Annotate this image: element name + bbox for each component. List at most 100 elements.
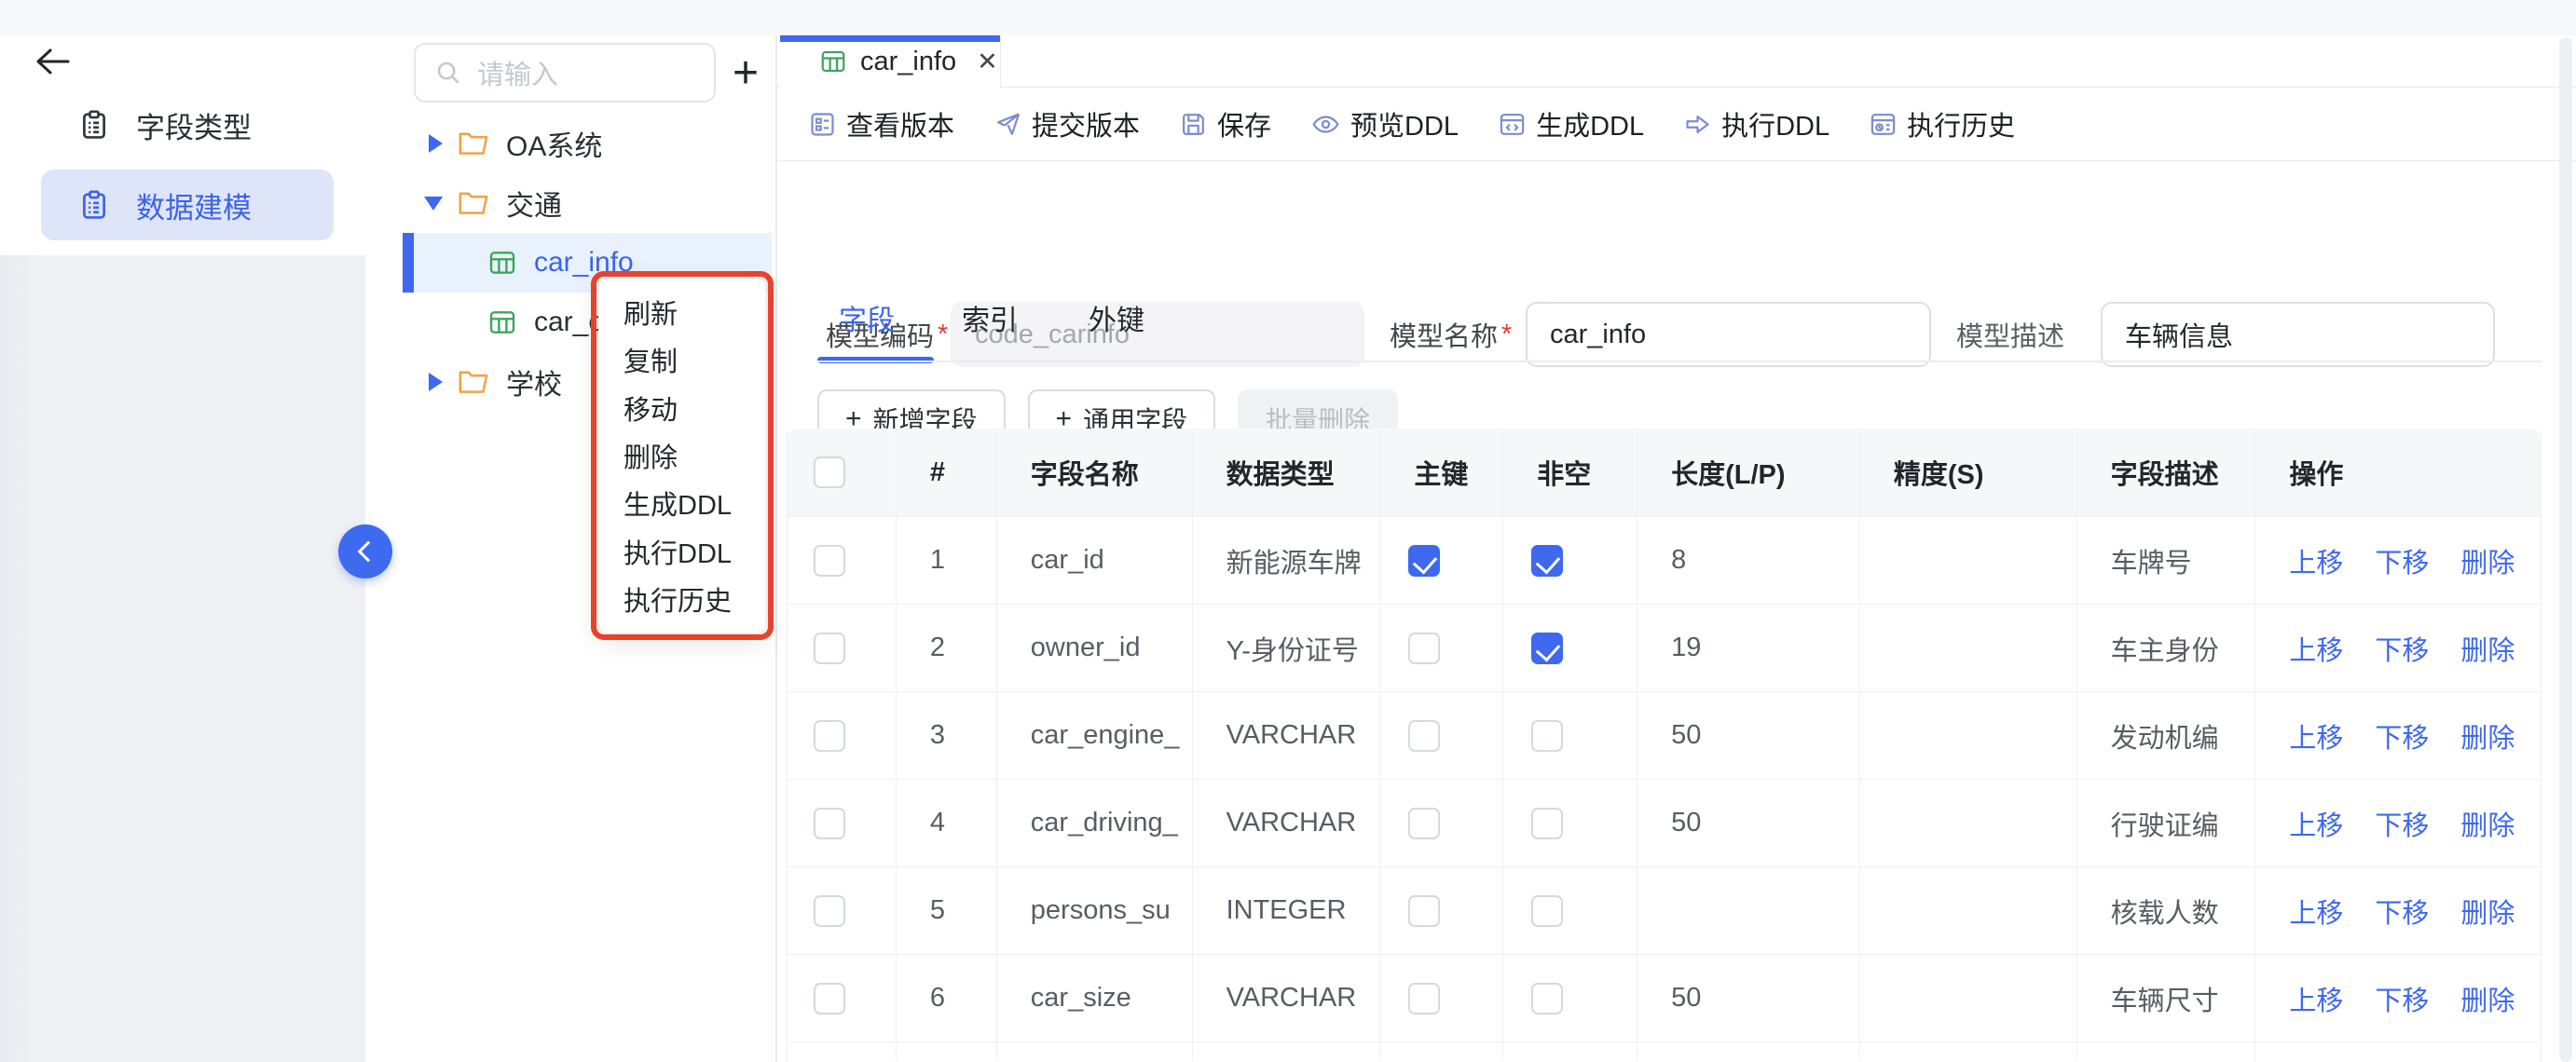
menu-item-move[interactable]: 移动 bbox=[599, 384, 765, 431]
tree-node-label: OA系统 bbox=[506, 123, 602, 164]
cell-precision bbox=[1860, 605, 2077, 691]
cell-precision bbox=[1860, 692, 2077, 779]
not-null-checkbox[interactable] bbox=[1531, 983, 1563, 1014]
move-down-link[interactable]: 下移 bbox=[2375, 892, 2429, 931]
col-header-num: # bbox=[897, 429, 997, 516]
exec-history-button[interactable]: 执行历史 bbox=[1869, 104, 2015, 143]
move-down-link[interactable]: 下移 bbox=[2375, 716, 2429, 756]
cell-length: 8 bbox=[1637, 517, 1860, 604]
execute-ddl-button[interactable]: 执行DDL bbox=[1683, 104, 1829, 143]
primary-key-checkbox[interactable] bbox=[1408, 633, 1440, 664]
folder-icon bbox=[458, 129, 489, 157]
caret-down-icon[interactable] bbox=[424, 197, 443, 211]
tree-node-label: 交通 bbox=[506, 183, 562, 224]
sidebar-item-data-modeling[interactable]: 数据建模 bbox=[41, 170, 334, 240]
cell-desc: 车主身份 bbox=[2077, 605, 2256, 691]
row-checkbox[interactable] bbox=[814, 545, 845, 577]
menu-item-copy[interactable]: 复制 bbox=[599, 335, 765, 383]
menu-item-execute-ddl[interactable]: 执行DDL bbox=[599, 527, 765, 575]
tab-foreign-keys[interactable]: 外键 bbox=[1089, 297, 1144, 338]
delete-link[interactable]: 删除 bbox=[2460, 716, 2514, 756]
cell-type: VARCHAR bbox=[1193, 955, 1381, 1042]
preview-ddl-button[interactable]: 预览DDL bbox=[1310, 104, 1459, 143]
cell-num: 2 bbox=[897, 605, 997, 691]
move-down-link[interactable]: 下移 bbox=[2375, 629, 2429, 668]
clipboard-icon bbox=[78, 109, 110, 141]
menu-item-exec-history[interactable]: 执行历史 bbox=[599, 576, 765, 623]
save-button[interactable]: 保存 bbox=[1179, 104, 1271, 143]
move-up-link[interactable]: 上移 bbox=[2289, 804, 2343, 843]
folder-icon bbox=[458, 368, 489, 396]
not-null-checkbox[interactable] bbox=[1531, 545, 1563, 577]
tab-indexes[interactable]: 索引 bbox=[962, 297, 1018, 338]
scrollbar[interactable] bbox=[2559, 37, 2572, 1062]
tree-node-traffic[interactable]: 交通 bbox=[365, 173, 776, 233]
row-checkbox[interactable] bbox=[814, 895, 845, 927]
tabs-divider bbox=[817, 361, 2542, 362]
delete-link[interactable]: 删除 bbox=[2460, 541, 2514, 580]
add-model-button[interactable]: + bbox=[723, 47, 768, 99]
row-checkbox[interactable] bbox=[814, 983, 845, 1014]
cell-precision bbox=[1860, 517, 2077, 604]
selection-bar bbox=[403, 233, 414, 293]
move-up-link[interactable]: 上移 bbox=[2289, 979, 2343, 1018]
sidebar-item-field-types[interactable]: 字段类型 bbox=[41, 89, 334, 160]
table-row: 5 persons_su INTEGER 核载人数 上移 下移 删除 bbox=[788, 867, 2541, 955]
table-row: 3 car_engine_ VARCHAR 50 发动机编 上移 下移 删除 bbox=[788, 692, 2541, 780]
cell-name: car_size bbox=[997, 955, 1193, 1042]
cell-type: VARCHAR bbox=[1193, 692, 1381, 779]
generate-ddl-button[interactable]: 生成DDL bbox=[1498, 104, 1644, 143]
move-down-link[interactable]: 下移 bbox=[2375, 541, 2429, 580]
clipboard-icon bbox=[78, 189, 110, 221]
tree-node-oa-system[interactable]: OA系统 bbox=[365, 114, 776, 173]
cell-type: 新能源车牌 bbox=[1193, 517, 1381, 604]
move-up-link[interactable]: 上移 bbox=[2289, 716, 2343, 756]
row-checkbox[interactable] bbox=[814, 720, 845, 752]
table-icon bbox=[487, 307, 517, 337]
move-up-link[interactable]: 上移 bbox=[2289, 629, 2343, 668]
tab-car-info[interactable]: car_info ✕ bbox=[780, 35, 1001, 88]
not-null-checkbox[interactable] bbox=[1531, 633, 1563, 664]
primary-key-checkbox[interactable] bbox=[1408, 983, 1440, 1014]
version-card-icon bbox=[808, 110, 837, 139]
table-row bbox=[788, 1042, 2541, 1061]
delete-link[interactable]: 删除 bbox=[2460, 979, 2514, 1018]
close-icon[interactable]: ✕ bbox=[977, 48, 998, 76]
delete-link[interactable]: 删除 bbox=[2460, 892, 2514, 931]
cell-desc: 车牌号 bbox=[2077, 517, 2256, 604]
primary-key-checkbox[interactable] bbox=[1408, 545, 1440, 577]
caret-right-icon[interactable] bbox=[429, 134, 443, 153]
tab-fields[interactable]: 字段 bbox=[839, 297, 895, 338]
menu-item-refresh[interactable]: 刷新 bbox=[599, 288, 765, 335]
primary-key-checkbox[interactable] bbox=[1408, 720, 1440, 752]
tab-title: car_info bbox=[860, 47, 956, 77]
col-header-type: 数据类型 bbox=[1193, 429, 1381, 516]
primary-key-checkbox[interactable] bbox=[1408, 808, 1440, 839]
tree-node-label: 学校 bbox=[506, 361, 562, 402]
not-null-checkbox[interactable] bbox=[1531, 808, 1563, 839]
move-up-link[interactable]: 上移 bbox=[2289, 541, 2343, 580]
select-all-checkbox[interactable] bbox=[814, 456, 845, 488]
tree-search-input[interactable]: 请输入 bbox=[414, 43, 716, 102]
col-header-desc: 字段描述 bbox=[2077, 429, 2256, 516]
row-checkbox[interactable] bbox=[814, 633, 845, 664]
menu-item-generate-ddl[interactable]: 生成DDL bbox=[599, 480, 765, 527]
menu-item-delete[interactable]: 删除 bbox=[599, 431, 765, 479]
collapse-tree-button[interactable] bbox=[338, 524, 392, 579]
delete-link[interactable]: 删除 bbox=[2460, 629, 2514, 668]
back-button[interactable] bbox=[32, 41, 73, 82]
left-rail: 字段类型 数据建模 bbox=[0, 35, 365, 1062]
caret-right-icon[interactable] bbox=[429, 373, 443, 391]
primary-key-checkbox[interactable] bbox=[1408, 895, 1440, 927]
cell-name: car_id bbox=[997, 517, 1193, 604]
move-up-link[interactable]: 上移 bbox=[2289, 892, 2343, 931]
not-null-checkbox[interactable] bbox=[1531, 720, 1563, 752]
not-null-checkbox[interactable] bbox=[1531, 895, 1563, 927]
row-checkbox[interactable] bbox=[814, 808, 845, 839]
move-down-link[interactable]: 下移 bbox=[2375, 979, 2429, 1018]
view-versions-button[interactable]: 查看版本 bbox=[808, 104, 954, 143]
move-down-link[interactable]: 下移 bbox=[2375, 804, 2429, 843]
delete-link[interactable]: 删除 bbox=[2460, 804, 2514, 843]
floppy-icon bbox=[1179, 110, 1208, 139]
submit-version-button[interactable]: 提交版本 bbox=[993, 104, 1140, 143]
